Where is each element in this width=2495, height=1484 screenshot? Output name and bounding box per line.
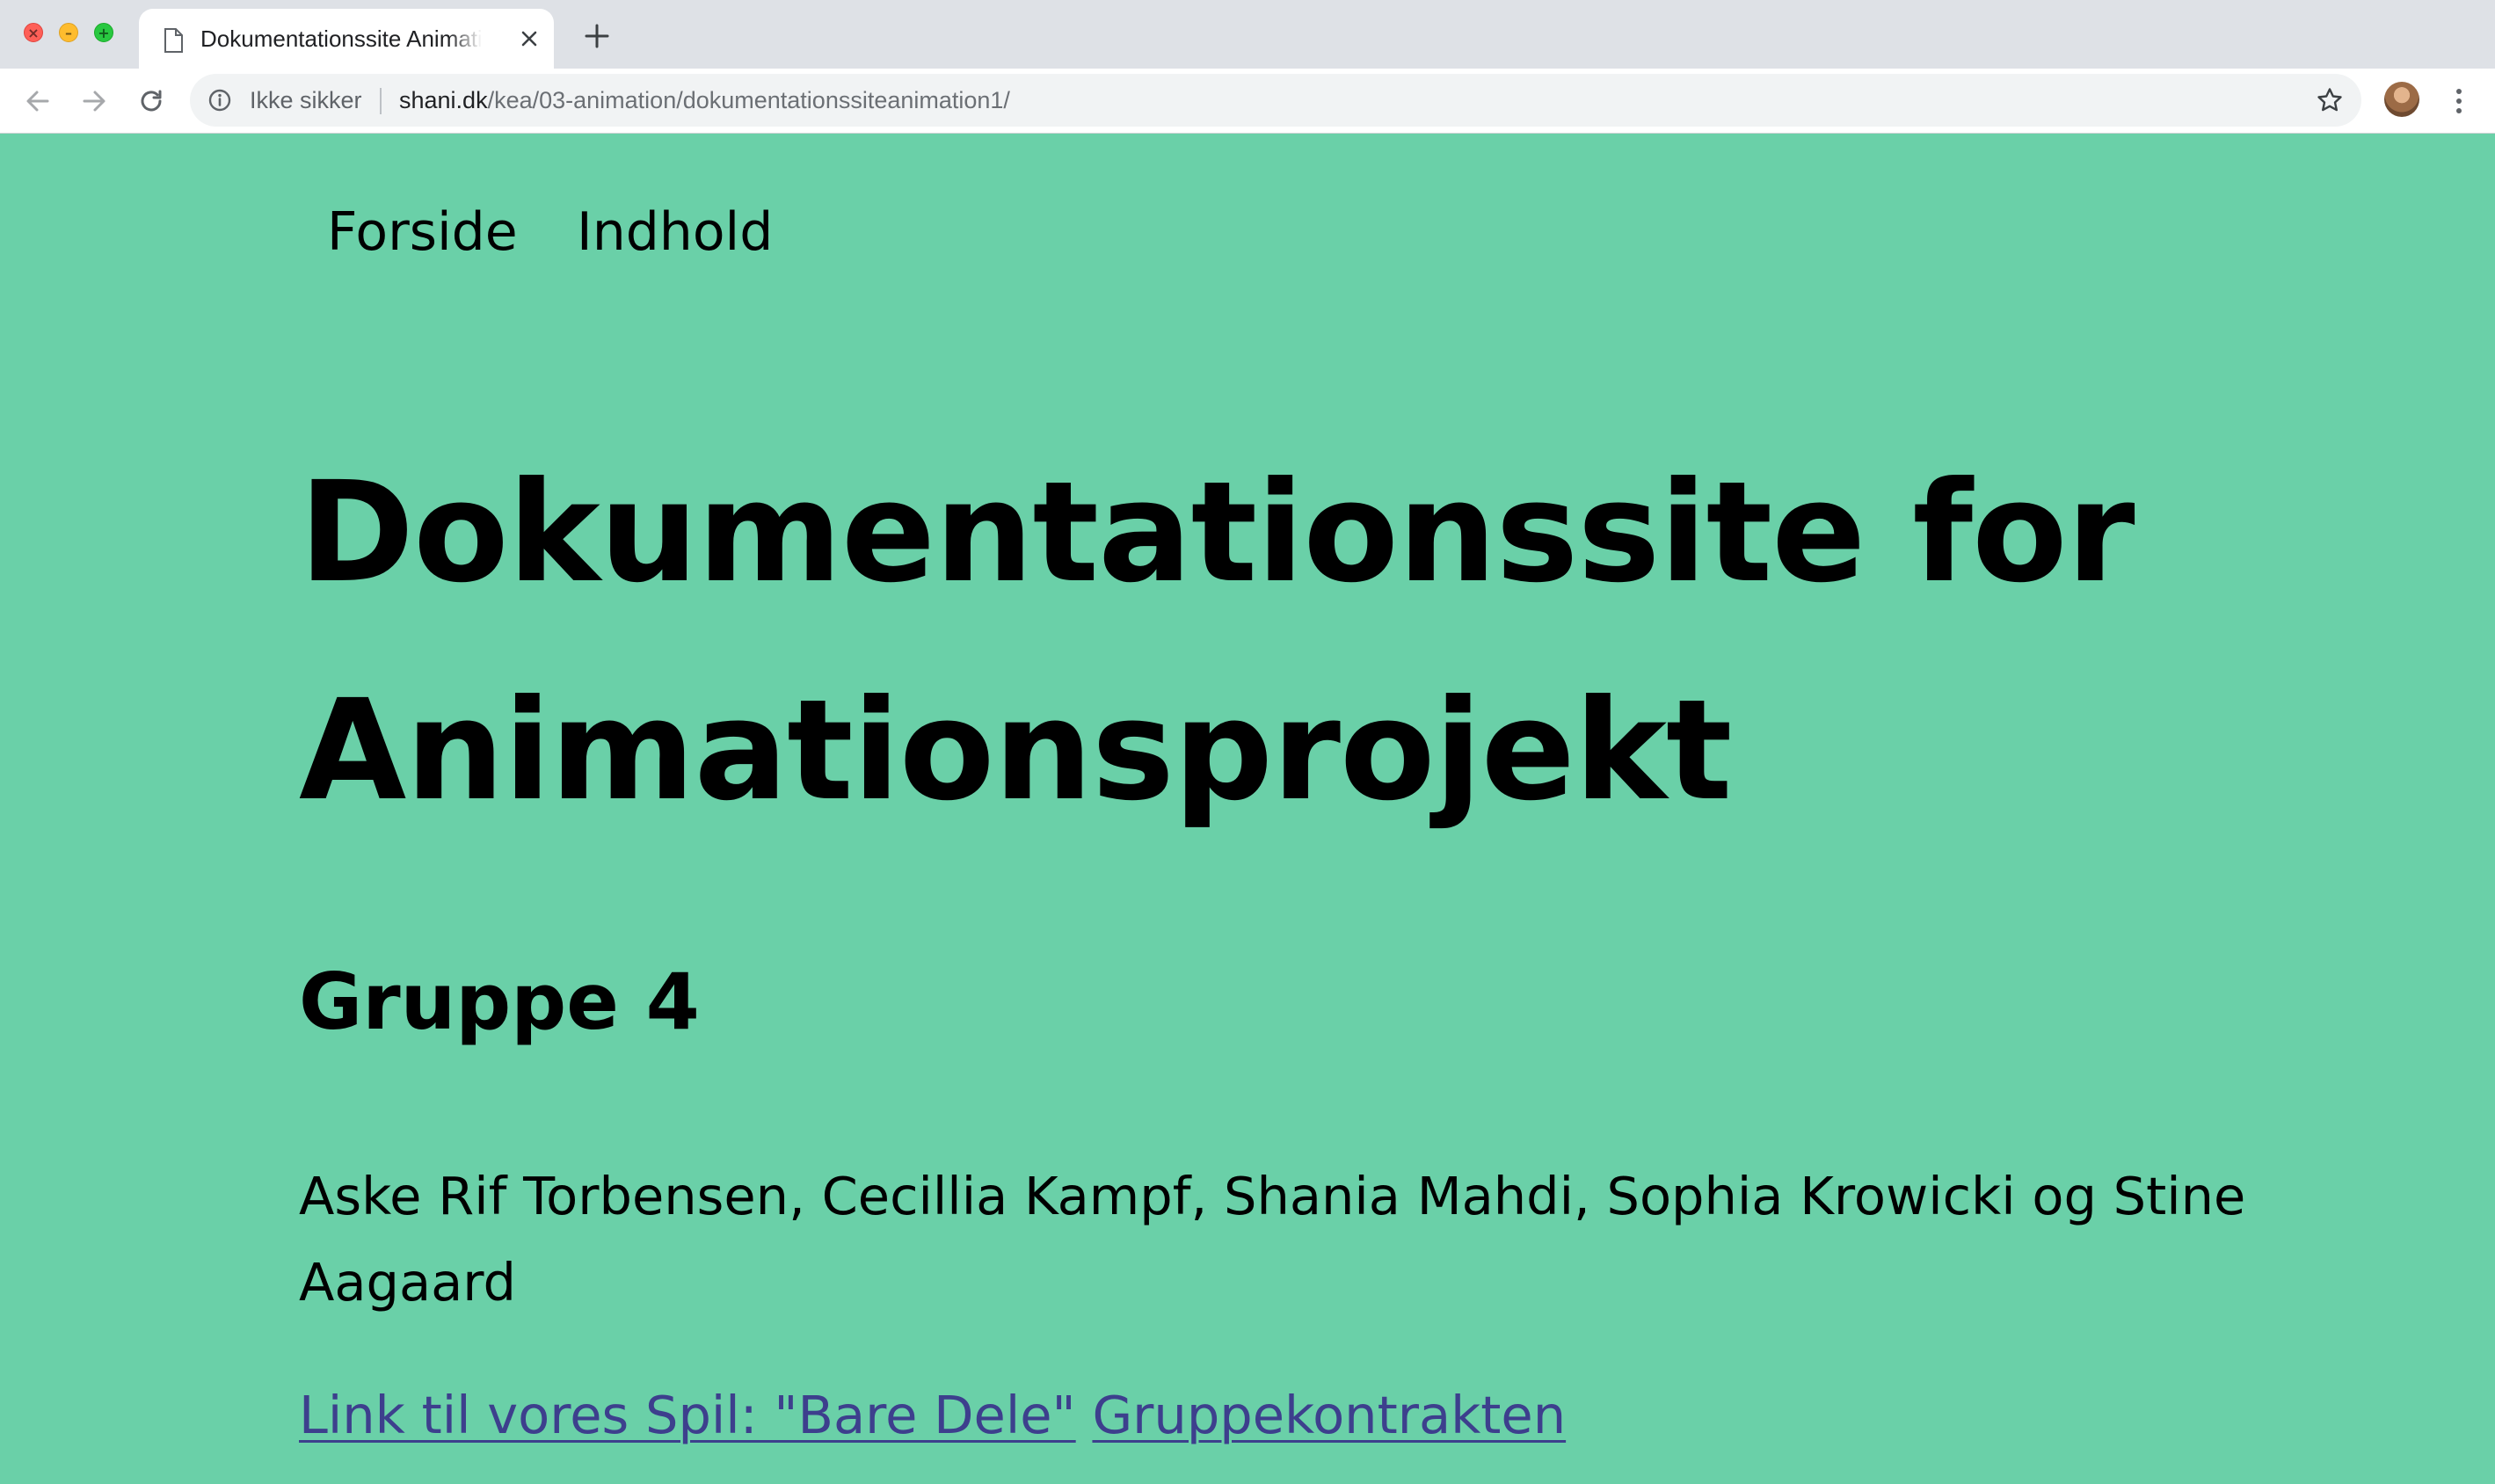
tab-title: Dokumentationssite Animationsprojekt	[200, 25, 482, 52]
address-bar[interactable]: Ikke sikker shani.dk/kea/03-animation/do…	[190, 74, 2361, 127]
link-row: Link til vores Spil: "Bare Dele" Gruppek…	[299, 1380, 1566, 1451]
arrow-left-icon[interactable]	[21, 84, 55, 118]
page-title: Dokumentationssite for Animationsprojekt	[299, 452, 2135, 832]
arrow-right-icon[interactable]	[77, 84, 111, 118]
group-members: Aske Rif Torbensen, Cecillia Kampf, Shan…	[299, 1166, 2246, 1313]
window-maximize-button[interactable]: +	[94, 23, 113, 42]
url-path: /kea/03-animation/dokumentationssiteanim…	[487, 87, 1010, 113]
group-title: Gruppe 4	[299, 957, 700, 1047]
info-icon[interactable]	[207, 88, 232, 113]
window-close-button[interactable]: ×	[24, 23, 43, 42]
contract-link[interactable]: Gruppekontrakten	[1092, 1385, 1566, 1445]
star-icon[interactable]	[2316, 86, 2344, 114]
browser-tabstrip: × – + Dokumentationssite Animationsproje…	[0, 0, 2495, 69]
url-host: shani.dk	[399, 87, 488, 113]
browser-toolbar: Ikke sikker shani.dk/kea/03-animation/do…	[0, 69, 2495, 134]
avatar[interactable]	[2384, 82, 2419, 117]
url-text[interactable]: shani.dk/kea/03-animation/dokumentations…	[399, 83, 1010, 118]
security-label[interactable]: Ikke sikker	[250, 83, 362, 118]
browser-tab[interactable]: Dokumentationssite Animationsprojekt	[139, 9, 554, 69]
nav-link-forside[interactable]: Forside	[327, 197, 518, 267]
nav-link-indhold[interactable]: Indhold	[577, 197, 773, 267]
close-icon[interactable]	[517, 26, 542, 51]
plus-icon[interactable]	[584, 23, 610, 49]
more-vertical-icon[interactable]	[2446, 84, 2472, 119]
window-minimize-button[interactable]: –	[59, 23, 78, 42]
page-content: Forside Indhold Dokumentationssite for A…	[0, 134, 2495, 1484]
document-icon	[164, 28, 183, 53]
omnibox-separator	[380, 88, 382, 114]
reload-icon[interactable]	[135, 84, 168, 118]
game-link[interactable]: Link til vores Spil: "Bare Dele"	[299, 1385, 1076, 1445]
